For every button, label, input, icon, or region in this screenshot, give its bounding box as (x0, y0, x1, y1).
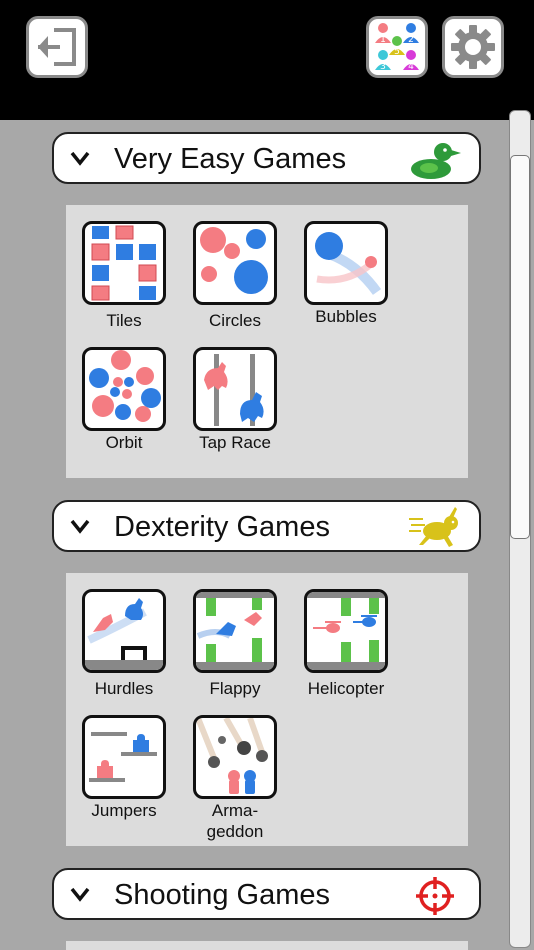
players-icon: 1 2 5 3 4 (375, 23, 419, 72)
section-header-shooting[interactable]: Shooting Games (52, 868, 481, 920)
crosshair-icon (416, 877, 454, 915)
game-tile-helicopter[interactable]: Helicopter (288, 589, 398, 699)
player-1-number: 1 (380, 35, 386, 45)
section-title: Dexterity Games (114, 511, 330, 543)
game-label: Tiles (106, 311, 142, 330)
section-header-very-easy[interactable]: Very Easy Games (52, 132, 481, 184)
hurdles-icon (82, 589, 166, 673)
section-title: Shooting Games (114, 879, 331, 911)
game-label: Flappy (209, 679, 261, 698)
game-tile-tiles[interactable]: Tiles (66, 221, 176, 331)
section-header-dexterity[interactable]: Dexterity Games (52, 500, 481, 552)
rabbit-icon (409, 507, 458, 547)
players-button[interactable]: 1 2 5 3 4 (366, 16, 428, 78)
game-tile-bubbles[interactable]: Bubbles (288, 221, 398, 331)
tap-race-icon (193, 347, 277, 431)
exit-button[interactable] (26, 16, 88, 78)
player-4-number: 4 (408, 62, 414, 72)
game-label: Hurdles (94, 679, 154, 698)
game-tile-orbit[interactable]: Orbit (66, 347, 176, 457)
chevron-down-icon (70, 887, 90, 902)
game-label: Tap Race (199, 433, 271, 452)
game-label: Jumpers (91, 801, 157, 820)
settings-button[interactable] (442, 16, 504, 78)
chevron-down-icon (70, 151, 90, 166)
game-label-line2: geddon (206, 822, 264, 841)
game-label: Circles (209, 311, 261, 330)
game-label: Helicopter (307, 679, 385, 698)
chevron-down-icon (70, 519, 90, 534)
flappy-icon (193, 589, 277, 673)
exit-icon (38, 28, 76, 66)
helicopter-icon (304, 589, 388, 673)
section-title: Very Easy Games (114, 143, 347, 175)
shooting-panel (66, 941, 468, 950)
game-label: Arma- geddon (177, 800, 293, 842)
game-tile-circles[interactable]: Circles (177, 221, 287, 331)
game-label-line1: Arma- (211, 801, 259, 820)
game-tile-tap-race[interactable]: Tap Race (177, 347, 287, 457)
duck-icon (411, 143, 461, 179)
circles-icon (193, 221, 277, 305)
gear-icon (451, 25, 495, 69)
player-3-number: 3 (380, 62, 386, 72)
armageddon-icon (193, 715, 277, 799)
player-2-number: 2 (408, 35, 414, 45)
dexterity-panel: Hurdles Flappy Helicopter Jumpers Arma- … (66, 573, 468, 846)
player-5-number: 5 (394, 47, 400, 57)
game-tile-armageddon[interactable]: Arma- geddon (177, 715, 287, 845)
tiles-icon (82, 221, 166, 305)
game-list[interactable]: Very Easy Games Tiles Circles Bubbles Or… (0, 120, 505, 950)
jumpers-icon (82, 715, 166, 799)
game-tile-jumpers[interactable]: Jumpers (66, 715, 176, 845)
game-label: Bubbles (315, 307, 377, 326)
game-tile-flappy[interactable]: Flappy (177, 589, 287, 699)
scrollbar-thumb[interactable] (510, 155, 530, 539)
very-easy-panel: Tiles Circles Bubbles Orbit Tap Race (66, 205, 468, 478)
game-label: Orbit (105, 433, 143, 452)
orbit-icon (82, 347, 166, 431)
game-tile-hurdles[interactable]: Hurdles (66, 589, 176, 699)
bubbles-icon (304, 221, 388, 305)
top-bar: 1 2 5 3 4 (0, 0, 534, 120)
